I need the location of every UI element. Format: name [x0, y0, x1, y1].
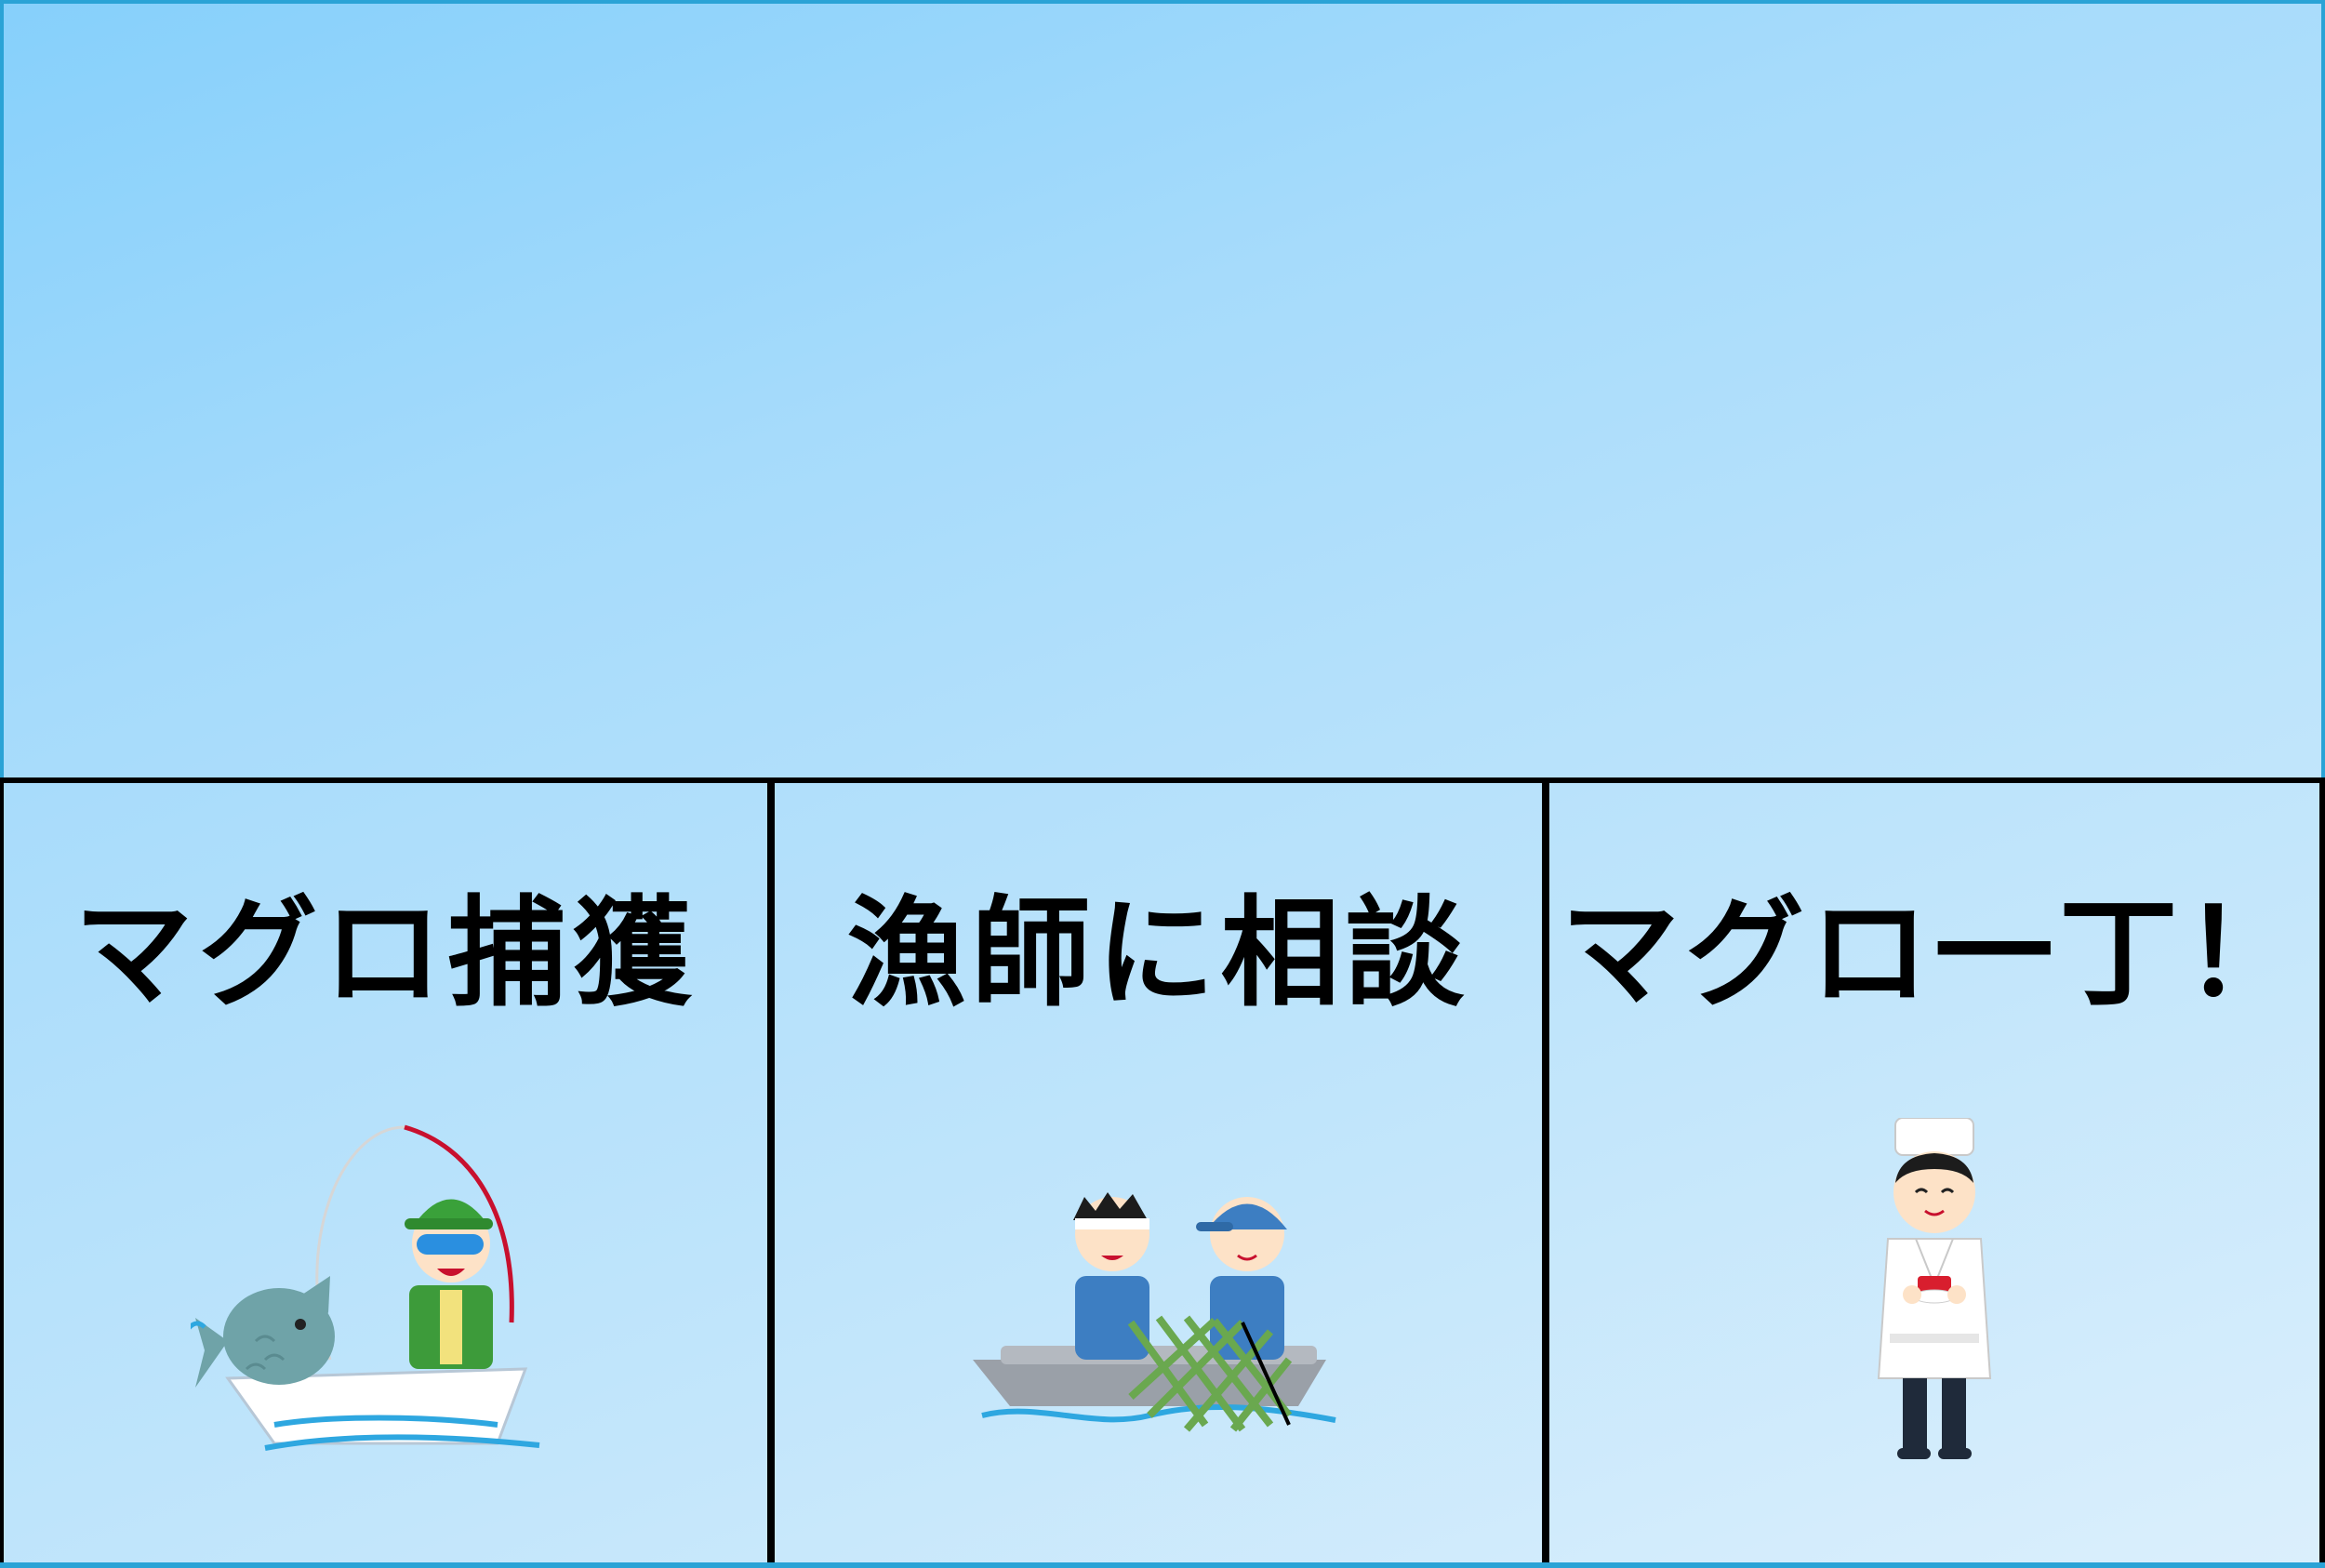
- choice-label: 漁師に相談: [846, 884, 1470, 1023]
- angler-fishing-icon: [190, 1124, 539, 1451]
- message-area: [0, 0, 2325, 777]
- choice-catch-tuna[interactable]: マグロ捕獲: [0, 783, 775, 1562]
- fishermen-net-icon: [972, 1192, 1336, 1432]
- choice-one-tuna-order[interactable]: マグロ一丁！: [1549, 783, 2325, 1562]
- sushi-chef-icon: [1877, 1118, 1992, 1459]
- choice-label: マグロ一丁！: [1560, 884, 2308, 1023]
- choice-consult-fisherman[interactable]: 漁師に相談: [775, 783, 1549, 1562]
- choice-label: マグロ捕獲: [73, 884, 698, 1023]
- choice-menu: マグロ捕獲 漁師に相談 マグロ一丁！: [0, 777, 2325, 1562]
